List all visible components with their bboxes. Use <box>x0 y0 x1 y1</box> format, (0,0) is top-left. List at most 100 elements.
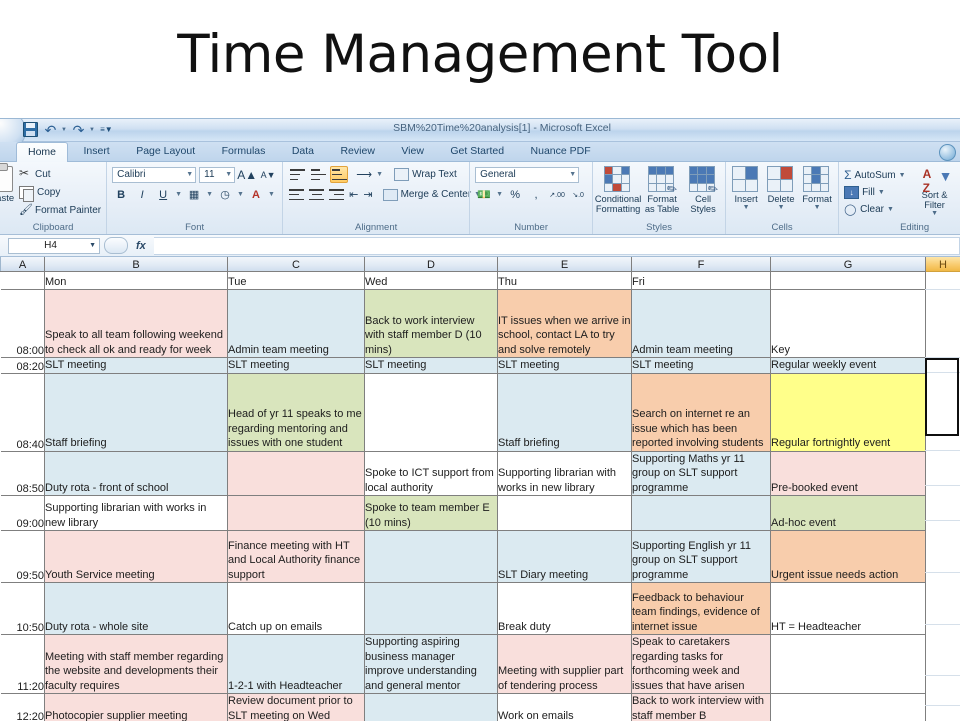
sheet-cell[interactable] <box>771 694 926 721</box>
sheet-cell-overflow[interactable] <box>926 290 960 358</box>
font-color-button[interactable]: A <box>247 186 265 203</box>
increase-decimal-button[interactable]: ↗.00 <box>548 186 566 203</box>
sheet-cell[interactable]: Meeting with supplier part of tendering … <box>498 635 632 694</box>
tab-page-layout[interactable]: Page Layout <box>125 142 206 161</box>
borders-chevron-down-icon[interactable]: ▼ <box>206 191 213 198</box>
wrap-text-label[interactable]: Wrap Text <box>412 169 457 180</box>
sort-filter-button[interactable]: AZ ▼ Sort & Filter ▼ <box>914 166 956 217</box>
clear-chevron-down-icon[interactable]: ▼ <box>887 206 894 213</box>
sheet-cell[interactable]: Back to work interview with staff member… <box>365 290 498 358</box>
sheet-cell[interactable]: Catch up on emails <box>228 583 365 635</box>
sheet-row[interactable]: 08:20SLT meetingSLT meetingSLT meetingSL… <box>1 358 960 374</box>
sheet-cell[interactable]: Youth Service meeting <box>45 531 228 583</box>
copy-button[interactable]: Copy <box>19 184 101 201</box>
orientation-chevron-down-icon[interactable]: ▼ <box>376 171 383 178</box>
sheet-cell-overflow[interactable] <box>926 358 960 374</box>
fill-color-button[interactable]: ◷ <box>216 186 234 203</box>
sheet-cell[interactable]: IT issues when we arrive in school, cont… <box>498 290 632 358</box>
sheet-cell[interactable] <box>365 583 498 635</box>
sheet-row[interactable]: 09:00Supporting librarian with works in … <box>1 496 960 531</box>
align-left-button[interactable] <box>288 186 305 203</box>
sheet-cell[interactable]: Supporting librarian with works in new l… <box>45 496 228 531</box>
currency-chevron-down-icon[interactable]: ▼ <box>496 191 503 198</box>
decrease-decimal-button[interactable]: ↘.0 <box>569 186 587 203</box>
autosum-button[interactable]: Σ AutoSum ▼ <box>844 167 906 183</box>
sheet-cell[interactable]: Spoke to team member E (10 mins) <box>365 496 498 531</box>
sheet-cell[interactable] <box>228 496 365 531</box>
spreadsheet-grid[interactable]: A B C D E F G H MonTueWedThuFri08:00Spea… <box>0 257 960 721</box>
font-size-combo[interactable]: 11 ▼ <box>199 167 235 183</box>
format-painter-button[interactable]: Format Painter <box>19 202 101 219</box>
sheet-cell[interactable]: Thu <box>498 272 632 290</box>
fill-color-chevron-down-icon[interactable]: ▼ <box>237 191 244 198</box>
sheet-cell[interactable]: Admin team meeting <box>632 290 771 358</box>
clear-button[interactable]: ◯ Clear ▼ <box>844 201 906 217</box>
sheet-cell[interactable]: Ad-hoc event <box>771 496 926 531</box>
align-center-button[interactable] <box>308 186 325 203</box>
insert-cells-button[interactable]: Insert ▼ <box>731 166 761 211</box>
sheet-cell[interactable]: Review document prior to SLT meeting on … <box>228 694 365 721</box>
sheet-cell[interactable]: Wed <box>365 272 498 290</box>
sheet-cell[interactable]: Regular weekly event <box>771 358 926 374</box>
sheet-cell[interactable] <box>771 272 926 290</box>
sheet-cell[interactable]: Feedback to behaviour team findings, evi… <box>632 583 771 635</box>
tab-home[interactable]: Home <box>16 142 68 162</box>
col-header-b[interactable]: B <box>45 257 228 272</box>
increase-indent-button[interactable]: ⇥ <box>362 186 373 203</box>
sheet-cell[interactable] <box>365 373 498 451</box>
col-header-d[interactable]: D <box>365 257 498 272</box>
orientation-button[interactable]: ⟶ <box>355 166 373 183</box>
sheet-cell[interactable]: Supporting aspiring business manager imp… <box>365 635 498 694</box>
sheet-cell[interactable] <box>365 531 498 583</box>
sheet-cell[interactable]: SLT meeting <box>45 358 228 374</box>
sheet-cell[interactable] <box>365 694 498 721</box>
currency-button[interactable]: 💵 <box>475 186 493 203</box>
tab-review[interactable]: Review <box>329 142 385 161</box>
tab-nuance-pdf[interactable]: Nuance PDF <box>520 142 602 161</box>
sheet-cell-overflow[interactable] <box>926 272 960 290</box>
sheet-cell[interactable]: Supporting Maths yr 11 group on SLT supp… <box>632 451 771 496</box>
sheet-cell[interactable]: Tue <box>228 272 365 290</box>
delete-chevron-down-icon[interactable]: ▼ <box>778 204 785 211</box>
sheet-cell[interactable]: Admin team meeting <box>228 290 365 358</box>
sheet-row[interactable]: 11:20Meeting with staff member regarding… <box>1 635 960 694</box>
col-header-f[interactable]: F <box>632 257 771 272</box>
sheet-cell[interactable]: Work on emails <box>498 694 632 721</box>
sheet-cell[interactable]: Spoke to ICT support from local authorit… <box>365 451 498 496</box>
sheet-cell[interactable] <box>498 496 632 531</box>
sheet-cell[interactable]: Staff briefing <box>498 373 632 451</box>
sheet-cell[interactable] <box>632 496 771 531</box>
sheet-cell[interactable]: Key <box>771 290 926 358</box>
sheet-row[interactable]: 08:00Speak to all team following weekend… <box>1 290 960 358</box>
align-bottom-button[interactable] <box>330 166 348 183</box>
sheet-cell[interactable]: Pre-booked event <box>771 451 926 496</box>
autosum-chevron-down-icon[interactable]: ▼ <box>899 172 906 179</box>
col-header-h[interactable]: H <box>926 257 960 272</box>
formula-bar-expand-icon[interactable] <box>104 237 128 254</box>
sheet-row[interactable]: 12:20Photocopier supplier meetingReview … <box>1 694 960 721</box>
sheet-cell[interactable]: Supporting English yr 11 group on SLT su… <box>632 531 771 583</box>
sheet-cell[interactable]: 1-2-1 with Headteacher <box>228 635 365 694</box>
sheet-cell[interactable]: SLT meeting <box>228 358 365 374</box>
sheet-row[interactable]: MonTueWedThuFri <box>1 272 960 290</box>
sheet-cell[interactable]: SLT meeting <box>632 358 771 374</box>
sheet-row[interactable]: 08:40Staff briefingHead of yr 11 speaks … <box>1 373 960 451</box>
format-as-table-button[interactable]: ✎ Format as Table <box>642 166 682 214</box>
col-header-a[interactable]: A <box>1 257 45 272</box>
sheet-cell[interactable]: Break duty <box>498 583 632 635</box>
help-icon[interactable] <box>939 144 956 161</box>
format-cells-button[interactable]: Format ▼ <box>801 166 833 211</box>
tab-data[interactable]: Data <box>281 142 325 161</box>
cell-styles-button[interactable]: ✎ Cell Styles <box>686 166 720 214</box>
sheet-cell-overflow[interactable] <box>926 373 960 451</box>
sheet-cell[interactable]: HT = Headteacher <box>771 583 926 635</box>
sheet-cell-overflow[interactable] <box>926 583 960 635</box>
tab-formulas[interactable]: Formulas <box>211 142 277 161</box>
grow-font-button[interactable]: A▲ <box>238 166 256 183</box>
percent-style-button[interactable]: % <box>506 186 524 203</box>
tab-view[interactable]: View <box>390 142 435 161</box>
font-name-combo[interactable]: Calibri ▼ <box>112 167 196 183</box>
sheet-cell[interactable]: Regular fortnightly event <box>771 373 926 451</box>
sheet-cell[interactable]: SLT Diary meeting <box>498 531 632 583</box>
bold-button[interactable]: B <box>112 186 130 203</box>
